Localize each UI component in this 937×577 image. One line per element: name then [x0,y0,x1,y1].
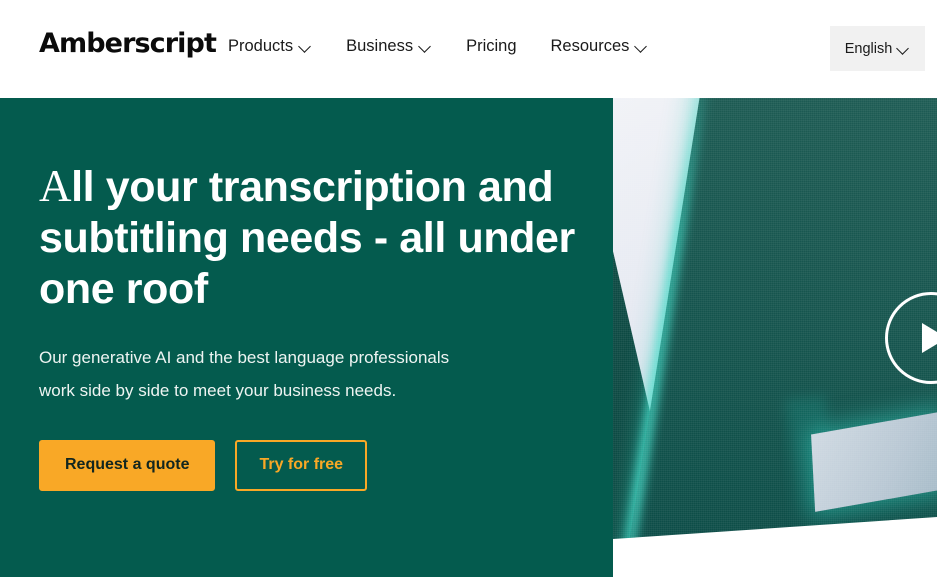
try-for-free-button[interactable]: Try for free [235,439,368,491]
hero-section: All your transcription and subtitling ne… [0,98,937,577]
nav-item-resources-label: Resources [550,37,630,55]
hero-copy: All your transcription and subtitling ne… [39,160,599,491]
nav-item-business-label: Business [346,37,414,55]
brand-logo[interactable]: Amberscript [39,28,217,59]
hero-media[interactable] [613,98,937,577]
language-selector-label: English [844,40,893,57]
hero-title: All your transcription and subtitling ne… [39,160,599,315]
nav-item-products-label: Products [228,37,294,55]
language-selector[interactable]: English [830,26,925,71]
nav-item-resources[interactable]: Resources [551,34,649,59]
main-navigation: Products Business Pricing Resources [228,34,648,59]
hero-cta-row: Request a quote Try for free [39,439,599,491]
nav-item-pricing-label: Pricing [466,37,517,55]
nav-item-products[interactable]: Products [228,34,312,59]
chevron-down-icon [419,40,432,53]
play-triangle [922,323,937,353]
request-quote-button[interactable]: Request a quote [39,439,216,491]
chevron-down-icon [299,40,312,53]
chevron-down-icon [635,40,648,53]
hero-title-rest: ll your transcription and subtitling nee… [39,163,575,313]
hero-subtitle: Our generative AI and the best language … [39,347,450,401]
brand-logo-text: Amberscript [39,28,217,59]
chevron-down-icon [897,42,910,55]
hero-title-lead: A [39,161,72,211]
nav-item-business[interactable]: Business [346,34,432,59]
site-header: Amberscript Products Business Pricing Re… [0,0,937,98]
nav-item-pricing[interactable]: Pricing [466,34,516,59]
page-root: Amberscript Products Business Pricing Re… [0,0,937,577]
